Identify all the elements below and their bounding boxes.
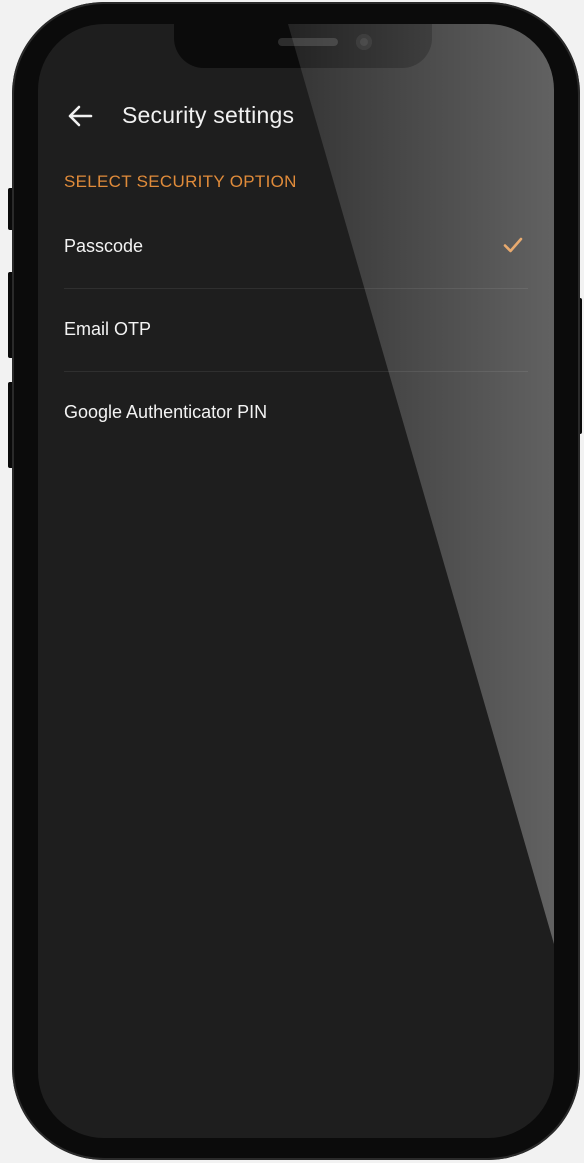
section-header: SELECT SECURITY OPTION — [64, 172, 297, 191]
earpiece-speaker — [278, 38, 338, 46]
checkmark-icon — [503, 237, 523, 253]
option-email-otp[interactable]: Email OTP — [38, 289, 554, 372]
option-label: Email OTP — [64, 319, 152, 339]
arrow-left-icon — [68, 105, 93, 127]
option-passcode[interactable]: Passcode — [38, 206, 554, 289]
option-label: Passcode — [64, 236, 144, 256]
back-button[interactable] — [62, 98, 98, 134]
notch — [174, 24, 432, 68]
phone-screen: Security settings SELECT SECURITY OPTION… — [38, 24, 554, 1138]
device-mockup: Security settings SELECT SECURITY OPTION… — [0, 0, 584, 1163]
phone-frame: Security settings SELECT SECURITY OPTION… — [12, 2, 580, 1160]
option-google-authenticator-pin[interactable]: Google Authenticator PIN — [38, 372, 554, 455]
front-camera — [356, 34, 372, 50]
app-bar: Security settings — [38, 92, 554, 140]
page-title: Security settings — [122, 102, 295, 128]
security-options-list: Passcode Email OTP Google Authenticator … — [38, 206, 554, 455]
option-label: Google Authenticator PIN — [64, 402, 268, 422]
